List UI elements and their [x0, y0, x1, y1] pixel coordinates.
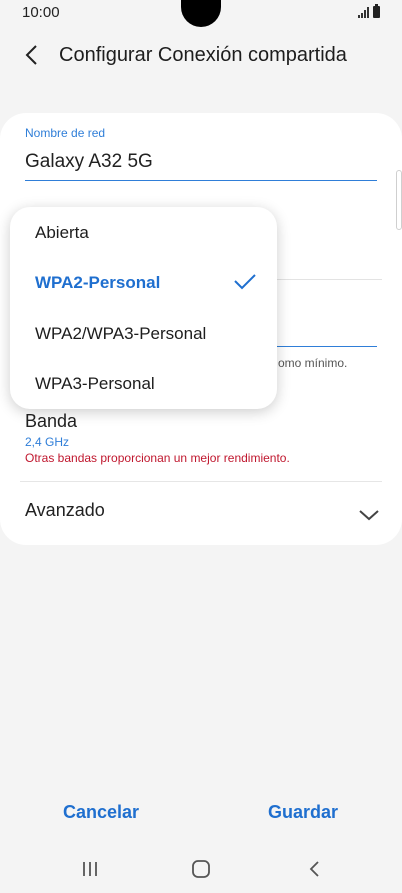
- back-arrow-icon: [25, 45, 37, 65]
- back-nav-icon[interactable]: [303, 859, 327, 879]
- status-bar: 10:00: [0, 0, 402, 28]
- network-name-input[interactable]: Galaxy A32 5G: [25, 151, 153, 173]
- menu-item-wpa2-personal[interactable]: WPA2-Personal: [35, 273, 160, 293]
- battery-icon: [373, 4, 380, 18]
- save-button[interactable]: Guardar: [268, 802, 338, 823]
- network-name-label: Nombre de red: [25, 126, 106, 140]
- divider: [20, 481, 382, 482]
- recent-apps-icon[interactable]: [78, 859, 102, 879]
- menu-item-abierta[interactable]: Abierta: [35, 223, 89, 243]
- camera-notch: [181, 0, 221, 27]
- page-title: Configurar Conexión compartida: [59, 44, 347, 66]
- cancel-button[interactable]: Cancelar: [63, 802, 139, 823]
- navigation-bar: [0, 845, 402, 893]
- password-underline: [270, 346, 377, 347]
- status-time: 10:00: [22, 4, 60, 21]
- checkmark-icon: [234, 274, 256, 290]
- chevron-down-icon: [359, 510, 379, 521]
- password-hint: omo mínimo.: [278, 356, 348, 370]
- band-warning: Otras bandas proporcionan un mejor rendi…: [25, 451, 290, 465]
- scrollbar[interactable]: [396, 170, 402, 230]
- system-icons: [358, 4, 380, 18]
- network-name-underline: [25, 180, 377, 181]
- menu-item-wpa2-wpa3-personal[interactable]: WPA2/WPA3-Personal: [35, 324, 206, 344]
- band-value: 2,4 GHz: [25, 435, 70, 449]
- app-header: Configurar Conexión compartida: [0, 30, 402, 80]
- home-icon[interactable]: [189, 859, 213, 879]
- signal-icon: [358, 6, 369, 18]
- advanced-label: Avanzado: [25, 500, 105, 520]
- menu-item-wpa3-personal[interactable]: WPA3-Personal: [35, 374, 155, 394]
- back-button[interactable]: [18, 40, 48, 70]
- security-dropdown-menu: Abierta WPA2-Personal WPA2/WPA3-Personal…: [10, 207, 277, 409]
- band-label: Banda: [25, 411, 78, 431]
